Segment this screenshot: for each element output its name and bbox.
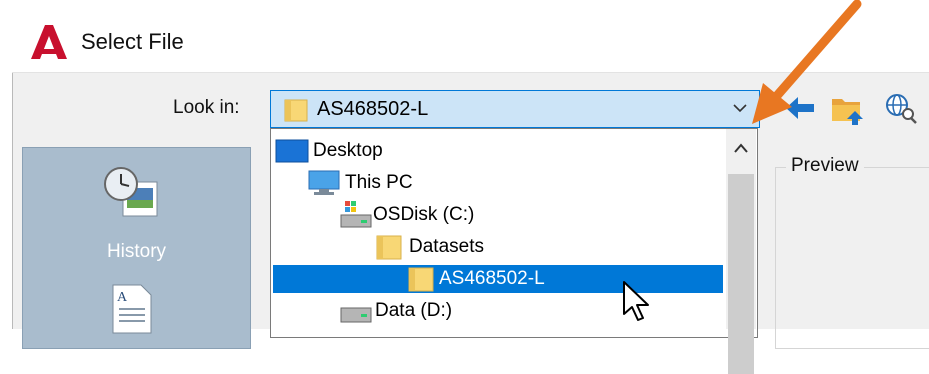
look-in-value: AS468502-L: [317, 98, 429, 120]
drive-icon: [340, 307, 372, 323]
dropdown-item-label: Desktop: [313, 140, 383, 161]
back-arrow-icon[interactable]: [784, 94, 816, 122]
dropdown-item-data-d[interactable]: Data (D:): [339, 297, 639, 325]
folder-icon: [408, 267, 434, 292]
title-bar: Select File: [12, 0, 929, 73]
look-in-combobox[interactable]: AS468502-L: [270, 90, 760, 128]
dropdown-item-label: This PC: [345, 172, 413, 193]
autocad-logo-icon: [31, 25, 67, 59]
history-clock-icon[interactable]: [103, 166, 161, 218]
dropdown-item-label: AS468502-L: [439, 268, 545, 289]
chevron-up-icon[interactable]: [726, 137, 756, 159]
computer-icon: [308, 170, 340, 195]
preview-label: Preview: [786, 155, 864, 177]
mouse-pointer-icon: [623, 281, 649, 321]
places-history-label[interactable]: History: [23, 241, 250, 263]
desktop-icon: [275, 139, 309, 163]
window-title: Select File: [81, 29, 184, 54]
dropdown-item-label: Data (D:): [375, 300, 453, 321]
dropdown-item-label: Datasets: [409, 236, 484, 257]
system-drive-icon: [340, 201, 372, 228]
document-icon[interactable]: A: [111, 283, 153, 335]
dropdown-item-label: OSDisk (C:): [373, 204, 475, 225]
scrollbar-thumb[interactable]: [728, 174, 754, 374]
look-in-label: Look in:: [173, 97, 240, 118]
preview-group: [775, 167, 929, 349]
dropdown-item-this-pc[interactable]: This PC: [307, 169, 607, 197]
dropdown-item-datasets[interactable]: Datasets: [375, 233, 675, 261]
places-sidebar: History A: [22, 147, 251, 349]
folder-icon: [284, 99, 308, 122]
look-in-dropdown-list: Desktop This PC OSDisk (C:) Datasets AS4…: [270, 128, 758, 338]
up-folder-icon[interactable]: [830, 91, 866, 125]
search-web-icon[interactable]: [884, 92, 918, 124]
svg-text:A: A: [117, 290, 128, 305]
dropdown-scrollbar[interactable]: [726, 129, 756, 374]
dropdown-item-osdisk[interactable]: OSDisk (C:): [339, 201, 639, 229]
chevron-down-icon[interactable]: [733, 103, 747, 113]
folder-icon: [376, 235, 402, 260]
dropdown-item-desktop[interactable]: Desktop: [275, 137, 575, 165]
